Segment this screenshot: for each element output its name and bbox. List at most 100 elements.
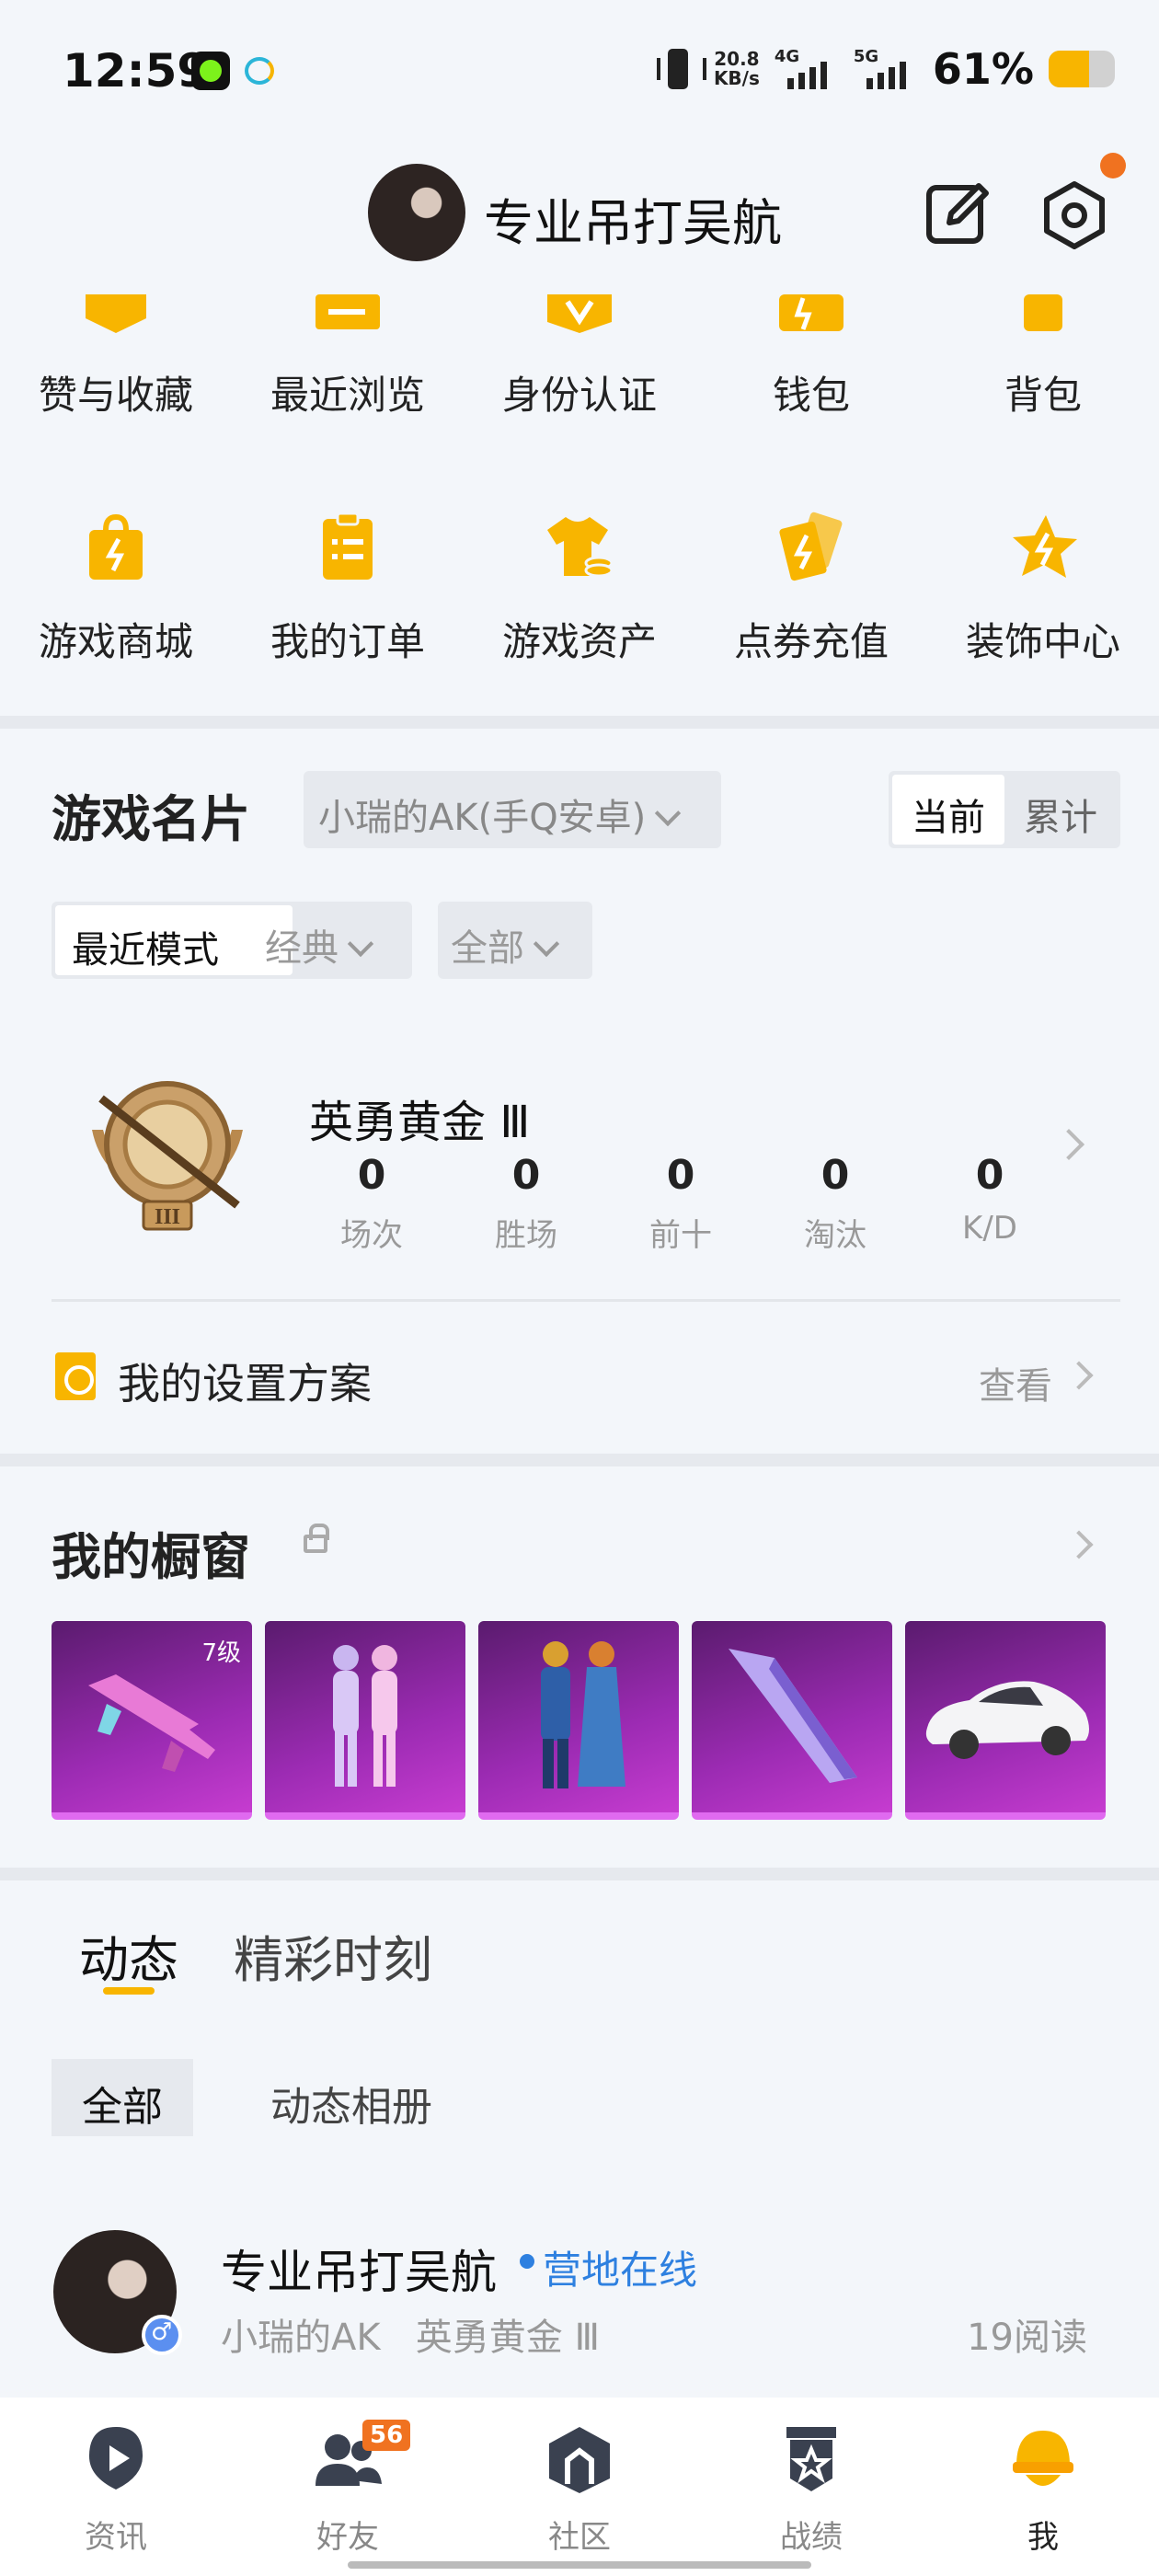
me-helmet-icon — [1013, 2431, 1073, 2486]
battery-icon — [1049, 51, 1115, 87]
status-time: 12:59 — [63, 44, 210, 98]
game-card-title: 游戏名片 — [52, 790, 250, 848]
segment-current[interactable]: 当前 — [892, 775, 1004, 845]
glider-icon — [729, 1649, 857, 1783]
settings-plan-icon — [55, 1352, 96, 1400]
sync-notification-icon — [245, 57, 274, 85]
rank-name: 英勇黄金 Ⅲ — [309, 1097, 531, 1148]
chevron-down-icon — [533, 930, 560, 958]
post-reads: 19阅读 — [967, 2317, 1087, 2359]
mode-dropdown[interactable]: 经典 — [265, 918, 374, 972]
settings-icon[interactable] — [1039, 180, 1109, 250]
segment-total[interactable]: 累计 — [1004, 775, 1117, 845]
bag-icon — [1024, 294, 1062, 331]
outfit-icon — [541, 1641, 625, 1788]
menu-item-recharge[interactable]: 点券充值 — [695, 512, 927, 677]
menu-row-2: 游戏商城 我的订单 游戏资产 点券充值 装饰中心 — [0, 512, 1159, 677]
shop-bag-icon — [89, 513, 143, 580]
stat-matches: 0 场次 — [340, 1152, 403, 1254]
signal-5g-icon: 5G — [854, 47, 918, 89]
chevron-right-icon[interactable] — [1064, 1361, 1094, 1390]
active-tab-indicator — [103, 1987, 155, 1995]
item-level: 7级 — [201, 1639, 241, 1667]
tab-feed[interactable]: 动态 — [79, 1919, 178, 1992]
account-selector[interactable]: 小瑞的AK(手Q安卓) — [304, 771, 721, 848]
coupon-icon — [779, 512, 843, 581]
menu-item-decoration[interactable]: 装饰中心 — [927, 512, 1159, 677]
showcase-item-rifle[interactable]: 7级 — [52, 1621, 252, 1820]
showcase-item-car[interactable] — [905, 1621, 1106, 1820]
vibrate-icon — [656, 49, 706, 89]
menu-item-likes[interactable]: 赞与收藏 — [0, 276, 232, 418]
tab-me[interactable]: 我 — [927, 2398, 1159, 2576]
asset-shirt-icon — [547, 517, 614, 578]
stat-top10: 0 前十 — [649, 1152, 712, 1254]
stat-wins: 0 胜场 — [495, 1152, 557, 1254]
rank-badge-icon: III — [92, 1081, 243, 1231]
record-icon — [786, 2427, 836, 2491]
lock-icon[interactable] — [304, 1524, 329, 1553]
online-dot — [520, 2254, 534, 2269]
showcase-item-glider[interactable] — [692, 1621, 892, 1820]
menu-item-shop[interactable]: 游戏商城 — [0, 512, 232, 677]
tab-news[interactable]: 资讯 — [0, 2398, 232, 2576]
menu-item-orders[interactable]: 我的订单 — [232, 512, 464, 677]
period-toggle[interactable]: 当前 累计 — [889, 771, 1120, 848]
post-author[interactable]: 专业吊打吴航 — [221, 2236, 497, 2302]
menu-item-assets[interactable]: 游戏资产 — [464, 512, 695, 677]
tab-records[interactable]: 战绩 — [695, 2398, 927, 2576]
home-indicator[interactable] — [348, 2561, 811, 2569]
filter-all[interactable]: 全部 — [52, 2059, 193, 2136]
profile-header: 专业吊打吴航 — [0, 147, 1159, 276]
outfit-icon — [333, 1645, 397, 1787]
settings-plan-view-link[interactable]: 查看 — [979, 1356, 1052, 1409]
badge-icon — [547, 294, 612, 333]
showcase-items: 7级 — [52, 1621, 1106, 1820]
section-divider — [0, 1454, 1159, 1466]
recent-mode-label[interactable]: 最近模式 — [55, 905, 293, 975]
section-divider — [0, 716, 1159, 729]
showcase-title: 我的橱窗 — [52, 1528, 250, 1586]
settings-plan-label[interactable]: 我的设置方案 — [118, 1351, 372, 1411]
mode-filter[interactable]: 最近模式 经典 — [52, 902, 412, 979]
section-divider — [0, 1868, 1159, 1880]
net-speed: 20.8 KB/s — [713, 48, 760, 89]
friends-badge: 56 — [362, 2420, 411, 2451]
decoration-star-icon — [1013, 515, 1077, 578]
app-notification-icon — [191, 52, 230, 90]
community-icon — [549, 2427, 610, 2493]
showcase-item-gold-blue-outfit[interactable] — [478, 1621, 679, 1820]
svg-text:III: III — [155, 1205, 180, 1229]
chevron-down-icon — [655, 799, 682, 827]
bottom-tab-bar: 资讯 56 好友 社区 战绩 我 — [0, 2398, 1159, 2576]
avatar[interactable] — [368, 164, 465, 261]
order-icon — [323, 512, 373, 580]
wallet-icon — [779, 294, 843, 331]
edit-icon[interactable] — [924, 178, 993, 248]
divider-line — [52, 1299, 1120, 1302]
tab-community[interactable]: 社区 — [464, 2398, 695, 2576]
post-meta: 小瑞的AK 英勇黄金 Ⅲ — [221, 2317, 601, 2359]
menu-row-1: 赞与收藏 最近浏览 身份认证 钱包 背包 — [0, 276, 1159, 418]
scope-dropdown[interactable]: 全部 — [438, 902, 592, 979]
menu-item-history[interactable]: 最近浏览 — [232, 276, 464, 418]
menu-item-identity[interactable]: 身份认证 — [464, 276, 695, 418]
chevron-right-icon[interactable] — [1064, 1530, 1094, 1559]
menu-item-wallet[interactable]: 钱包 — [695, 276, 927, 418]
signal-4g-icon: 4G — [775, 47, 839, 89]
tab-highlights[interactable]: 精彩时刻 — [234, 1919, 432, 1992]
tab-friends[interactable]: 56 好友 — [232, 2398, 464, 2576]
notification-dot — [1100, 153, 1126, 178]
battery-percent: 61% — [932, 44, 1034, 94]
showcase-item-pink-suits[interactable] — [265, 1621, 465, 1820]
star-icon — [86, 294, 146, 333]
stat-kd: 0 K/D — [962, 1152, 1017, 1247]
male-icon — [142, 2315, 182, 2355]
news-play-icon — [89, 2427, 143, 2490]
car-icon — [925, 1681, 1089, 1759]
stat-kills: 0 淘汰 — [804, 1152, 866, 1254]
filter-album[interactable]: 动态相册 — [270, 2074, 432, 2133]
history-icon — [316, 294, 380, 329]
username[interactable]: 专业吊打吴航 — [484, 182, 782, 255]
menu-item-bag[interactable]: 背包 — [927, 276, 1159, 418]
